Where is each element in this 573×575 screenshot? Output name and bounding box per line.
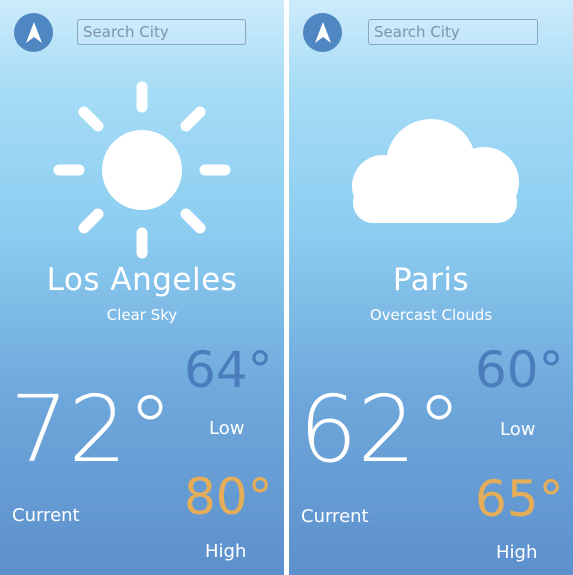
current-temperature: 72° [10,376,174,483]
low-temperature: 60° [475,341,564,399]
search-city-input[interactable] [368,19,538,45]
location-arrow-icon [25,21,42,43]
high-temperature: 80° [184,468,273,526]
high-label: High [496,542,538,563]
weather-screen-paris: Paris Overcast Clouds 62° Current 60° Lo… [289,0,573,575]
current-label: Current [12,505,80,526]
sun-icon [53,81,231,259]
current-label: Current [301,506,369,527]
low-temperature: 64° [184,341,273,399]
cloud-icon [352,119,519,223]
location-arrow-icon [314,21,331,43]
city-name: Paris [392,262,470,298]
city-name: Los Angeles [46,262,238,298]
high-label: High [205,541,247,562]
weather-condition: Clear Sky [106,306,178,324]
low-label: Low [500,419,536,440]
low-label: Low [209,418,245,439]
location-button[interactable] [14,13,53,52]
high-temperature: 65° [475,470,564,528]
location-button[interactable] [303,13,342,52]
weather-screen-los-angeles: Los Angeles Clear Sky 72° Current 64° Lo… [0,0,284,575]
current-temperature: 62° [299,376,463,483]
weather-condition: Overcast Clouds [369,306,493,324]
search-city-input[interactable] [77,19,246,45]
